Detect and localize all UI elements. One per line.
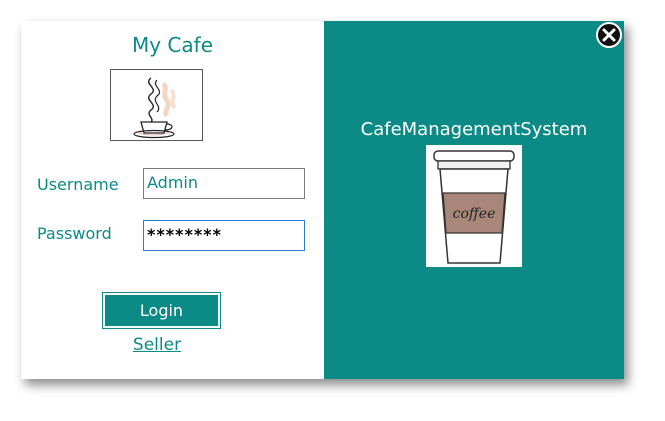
login-button[interactable]: Login xyxy=(102,292,221,329)
password-label: Password xyxy=(37,224,112,243)
app-title: My Cafe xyxy=(131,33,213,57)
brand-panel: CafeManagementSystem coffee xyxy=(324,21,624,379)
password-field[interactable]: ******** xyxy=(143,220,305,251)
seller-link[interactable]: Seller xyxy=(21,335,293,355)
close-icon xyxy=(602,28,616,42)
close-button[interactable] xyxy=(596,22,622,48)
coffee-cup-text: coffee xyxy=(453,206,496,222)
login-button-label: Login xyxy=(105,295,218,326)
username-label: Username xyxy=(37,175,119,194)
login-panel: My Cafe Username Admin Password ********… xyxy=(21,21,324,379)
username-field[interactable]: Admin xyxy=(143,168,305,199)
coffee-cup-icon: coffee xyxy=(426,145,522,267)
steaming-cup-icon xyxy=(110,69,203,141)
system-title: CafeManagementSystem xyxy=(360,119,588,140)
login-window: My Cafe Username Admin Password ********… xyxy=(21,21,624,379)
